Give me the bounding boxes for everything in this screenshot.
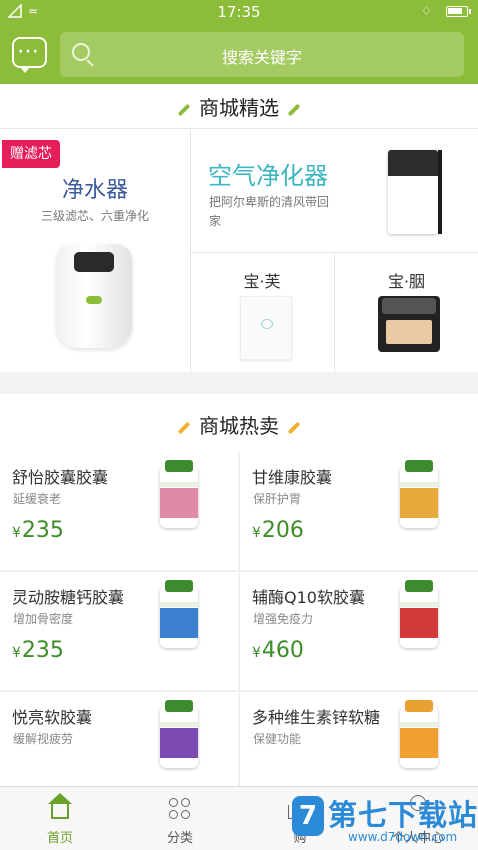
baoyan-image [378, 296, 440, 352]
battery-icon [446, 6, 471, 17]
purifier-subtitle: 三级滤芯、六重净化 [40, 209, 149, 223]
divider [238, 452, 240, 786]
product-name: 辅酶Q10软胶囊 [252, 588, 365, 607]
water-purifier-image [56, 244, 132, 348]
status-time: 17:35 [217, 3, 261, 21]
product-name: 灵动胺糖钙胶囊 [12, 588, 125, 607]
tab-category[interactable]: 分类 [120, 787, 240, 850]
product-card[interactable]: 多种维生素锌软糖 保健功能 [240, 692, 478, 786]
product-card[interactable]: 舒怡胶囊胶囊 延缓衰老 ¥235 [0, 452, 238, 570]
featured-title: 商城精选 [0, 92, 478, 121]
product-desc: 延缓衰老 [13, 492, 62, 506]
product-desc: 保健功能 [253, 732, 302, 746]
message-button[interactable]: ··· [12, 37, 47, 73]
product-name: 甘维康胶囊 [252, 468, 333, 487]
air-purifier-subtitle: 把阿尔卑斯的清风带回家 [209, 195, 330, 228]
top-bar: ··· 搜索关键字 [0, 24, 478, 84]
product-price: ¥235 [12, 638, 64, 663]
search-placeholder: 搜索关键字 [221, 48, 302, 67]
product-price: ¥235 [12, 518, 64, 543]
bell-off-icon: ♢ [421, 4, 432, 18]
product-name: 多种维生素锌软糖 [252, 708, 381, 727]
air-purifier-image [388, 150, 442, 234]
gift-badge: 赠滤芯 [2, 140, 60, 168]
watermark-text: 第七下载站 [328, 798, 478, 832]
baofu-image [240, 296, 292, 360]
air-purifier-title: 空气净化器 [208, 162, 328, 190]
product-card[interactable]: 灵动胺糖钙胶囊 增加骨密度 ¥235 [0, 572, 238, 690]
product-image [160, 580, 198, 648]
watermark: 7 第七下载站 www.d7down.com [292, 792, 478, 850]
baoyan-title: 宝·胭 [387, 272, 426, 291]
baofu-title: 宝·芙 [243, 272, 281, 291]
product-image [400, 700, 438, 768]
product-desc: 增强免疫力 [253, 612, 314, 626]
tab-category-label: 分类 [166, 831, 193, 846]
category-icon [168, 797, 192, 821]
divider [190, 130, 191, 372]
pencil-icon [177, 421, 191, 434]
pencil-icon [287, 103, 301, 116]
hot-title: 商城热卖 [0, 410, 478, 439]
message-icon: ··· [18, 44, 40, 60]
product-name: 悦亮软胶囊 [12, 708, 93, 727]
product-price: ¥460 [252, 638, 304, 663]
product-image [400, 460, 438, 528]
product-desc: 缓解视疲劳 [13, 732, 74, 746]
product-image [400, 580, 438, 648]
product-name: 舒怡胶囊胶囊 [12, 468, 109, 487]
product-image [160, 700, 198, 768]
product-price: ¥206 [252, 518, 304, 543]
search-input[interactable]: 搜索关键字 [60, 32, 464, 77]
watermark-logo: 7 [292, 796, 324, 836]
divider [0, 690, 478, 692]
home-icon-body [51, 803, 69, 819]
purifier-title: 净水器 [61, 178, 128, 203]
product-card[interactable]: 甘维康胶囊 保肝护胃 ¥206 [240, 452, 478, 570]
product-desc: 增加骨密度 [13, 612, 74, 626]
pencil-icon [177, 103, 191, 116]
divider [0, 570, 478, 572]
product-image [160, 460, 198, 528]
product-card[interactable]: 辅酶Q10软胶囊 增强免疫力 ¥460 [240, 572, 478, 690]
tab-home-label: 首页 [46, 831, 73, 846]
status-bar: ≈ 17:35 ♢ [0, 0, 478, 24]
watermark-url: www.d7down.com [348, 830, 458, 844]
tab-home[interactable]: 首页 [0, 787, 120, 850]
product-desc: 保肝护胃 [253, 492, 302, 506]
divider [0, 128, 478, 129]
product-card[interactable]: 悦亮软胶囊 缓解视疲劳 [0, 692, 238, 786]
pencil-icon [287, 421, 301, 434]
